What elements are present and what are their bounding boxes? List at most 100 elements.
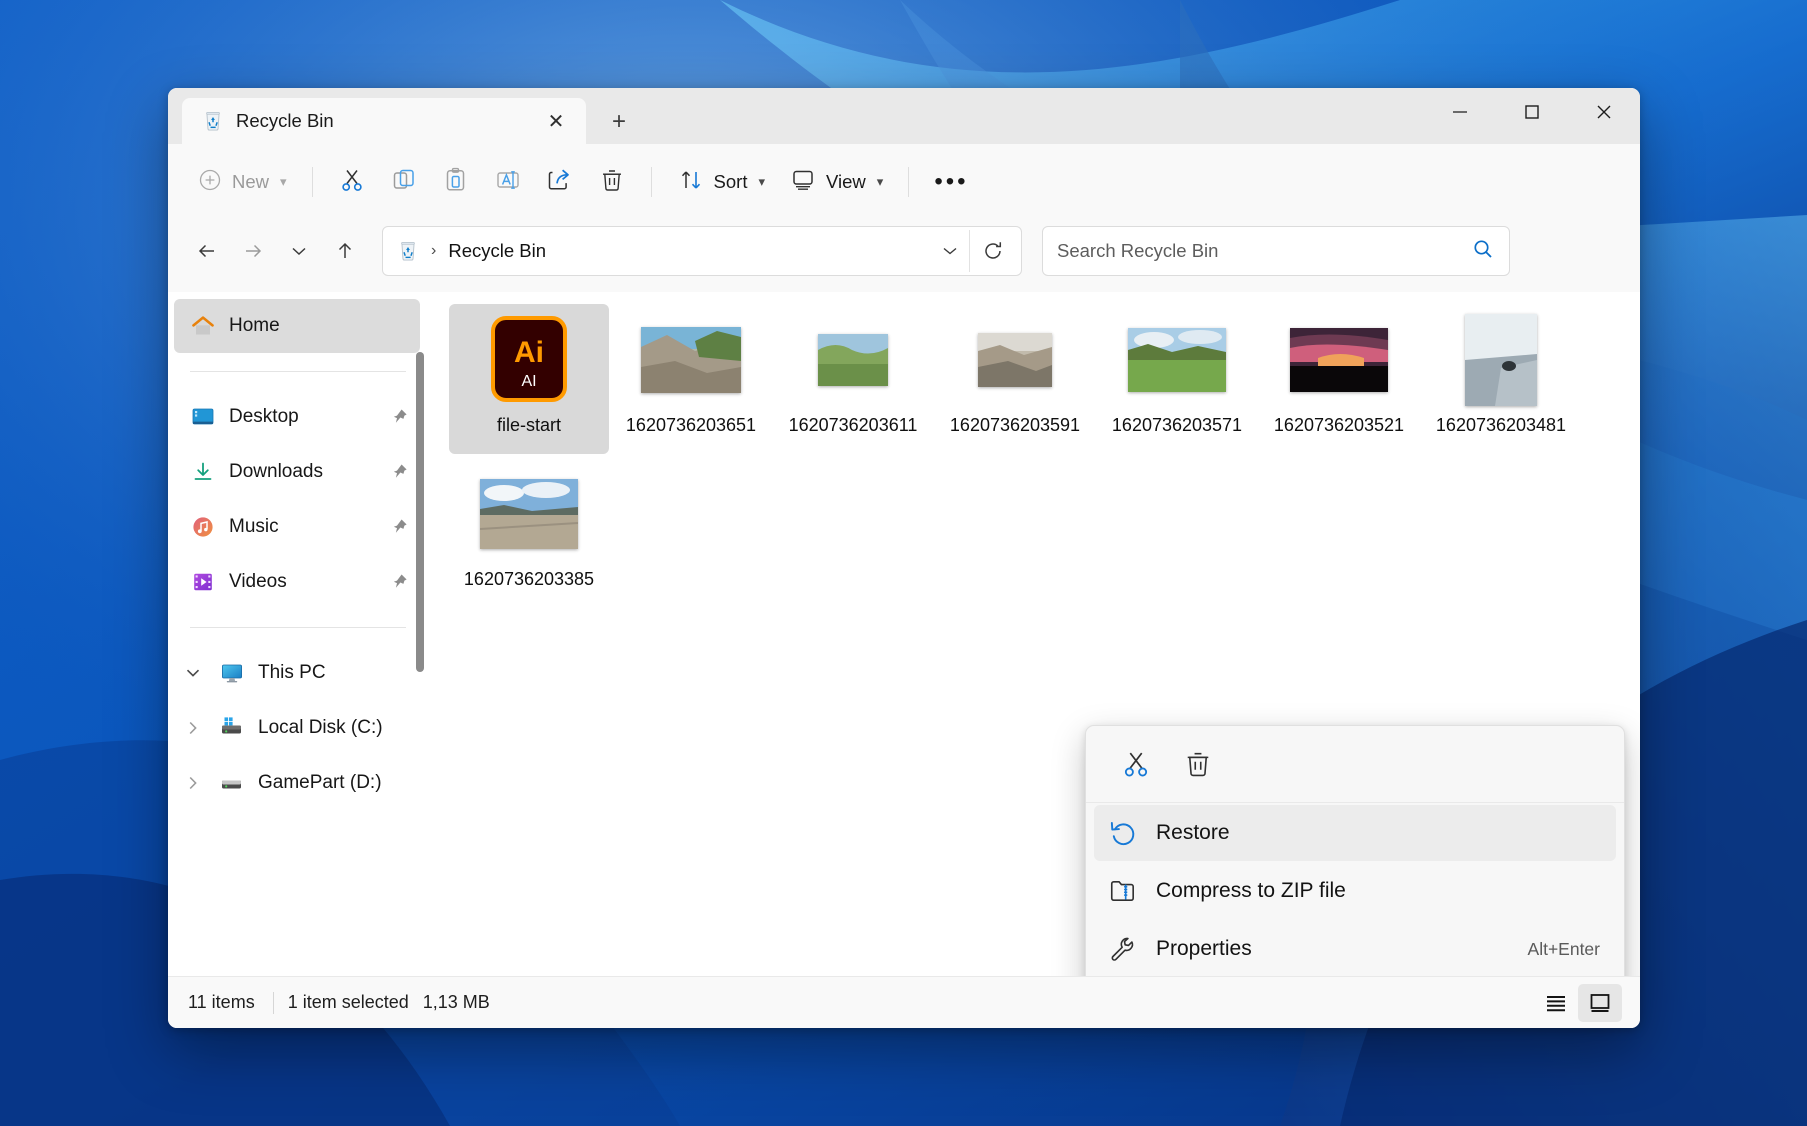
title-bar: Recycle Bin ✕ +	[168, 88, 1640, 144]
list-item[interactable]: 1620736203611	[773, 304, 933, 454]
delete-icon[interactable]	[1170, 740, 1226, 788]
search-icon[interactable]	[1471, 237, 1495, 266]
sidebar-item-local-disk-c[interactable]: Local Disk (C:)	[174, 701, 420, 755]
paste-icon	[442, 166, 470, 199]
sidebar-item-videos[interactable]: Videos	[174, 555, 420, 609]
properties-icon	[1108, 934, 1138, 964]
list-item[interactable]: 1620736203571	[1097, 304, 1257, 454]
delete-button[interactable]	[587, 158, 637, 206]
list-item[interactable]: 1620736203591	[935, 304, 1095, 454]
cut-icon[interactable]	[1108, 740, 1164, 788]
navigation-pane: Home Desktop	[168, 292, 430, 976]
item-thumbnail	[615, 312, 767, 408]
rename-button[interactable]	[483, 158, 533, 206]
item-label: 1620736203611	[789, 414, 918, 438]
tab-close-icon[interactable]: ✕	[540, 105, 572, 137]
context-menu-item-compress-to-zip[interactable]: Compress to ZIP file	[1094, 863, 1616, 919]
breadcrumb[interactable]: › Recycle Bin	[382, 226, 1022, 276]
copy-button[interactable]	[379, 158, 429, 206]
pin-icon[interactable]	[388, 462, 410, 482]
sort-button-label: Sort	[714, 171, 748, 193]
status-size: 1,13 MB	[423, 992, 504, 1013]
sidebar-scrollbar[interactable]	[415, 352, 425, 970]
sidebar-item-label: GamePart (D:)	[258, 772, 410, 794]
items-grid: Ai AI file-start	[448, 302, 1640, 610]
sidebar-item-label: This PC	[258, 662, 410, 684]
tab-recycle-bin[interactable]: Recycle Bin ✕	[182, 98, 586, 144]
view-button-label: View	[826, 171, 866, 193]
address-bar-row: › Recycle Bin	[168, 220, 1640, 292]
sidebar-item-gamepart-d[interactable]: GamePart (D:)	[174, 756, 420, 810]
sidebar-item-this-pc[interactable]: This PC	[174, 646, 420, 700]
chevron-down-icon: ▾	[877, 174, 884, 190]
search-input[interactable]	[1057, 240, 1471, 262]
sidebar-item-desktop[interactable]: Desktop	[174, 390, 420, 444]
maximize-button[interactable]	[1496, 88, 1568, 136]
item-thumbnail	[1425, 312, 1577, 408]
sidebar-item-label: Desktop	[229, 406, 375, 428]
sidebar-item-label: Videos	[229, 571, 375, 593]
command-bar: New ▾	[168, 144, 1640, 220]
status-divider	[273, 992, 274, 1014]
list-item[interactable]: 1620736203651	[611, 304, 771, 454]
item-label: 1620736203481	[1436, 414, 1566, 438]
status-selection: 1 item selected	[288, 992, 423, 1013]
sidebar-scrollbar-thumb[interactable]	[416, 352, 424, 672]
sort-button[interactable]: Sort ▾	[666, 158, 776, 206]
details-view-button[interactable]	[1534, 984, 1578, 1022]
list-item[interactable]: 1620736203385	[449, 458, 609, 608]
back-button[interactable]	[186, 230, 228, 272]
rename-icon	[494, 166, 522, 199]
sidebar-item-music[interactable]: Music	[174, 500, 420, 554]
share-button[interactable]	[535, 158, 585, 206]
refresh-button[interactable]	[969, 230, 1015, 272]
pin-icon[interactable]	[388, 572, 410, 592]
tab-strip: Recycle Bin ✕ +	[168, 88, 644, 144]
close-button[interactable]	[1568, 88, 1640, 136]
list-item[interactable]: 1620736203481	[1421, 304, 1581, 454]
chevron-down-icon: ▾	[758, 174, 765, 190]
windows-drive-icon	[219, 715, 245, 741]
new-button-label: New	[232, 171, 269, 193]
photo-thumbnail	[1465, 314, 1537, 406]
list-item[interactable]: Ai AI file-start	[449, 304, 609, 454]
item-thumbnail: Ai AI	[453, 312, 605, 408]
chevron-down-icon: ▾	[280, 174, 287, 190]
item-label: 1620736203385	[464, 568, 594, 592]
minimize-button[interactable]	[1424, 88, 1496, 136]
list-item[interactable]: 1620736203521	[1259, 304, 1419, 454]
sidebar-item-downloads[interactable]: Downloads	[174, 445, 420, 499]
tab-title: Recycle Bin	[236, 110, 528, 132]
svg-text:Ai: Ai	[514, 336, 544, 369]
pin-icon[interactable]	[388, 517, 410, 537]
search-box[interactable]	[1042, 226, 1510, 276]
sidebar-divider-1	[190, 371, 406, 372]
large-icons-view-button[interactable]	[1578, 984, 1622, 1022]
view-button[interactable]: View ▾	[778, 158, 894, 206]
item-label: 1620736203571	[1112, 414, 1242, 438]
chevron-right-icon[interactable]	[180, 719, 206, 737]
share-icon	[546, 166, 574, 199]
recent-locations-button[interactable]	[278, 230, 320, 272]
item-label: 1620736203521	[1274, 414, 1404, 438]
copy-icon	[390, 166, 418, 199]
context-menu-item-restore[interactable]: Restore	[1094, 805, 1616, 861]
cut-button[interactable]	[327, 158, 377, 206]
paste-button[interactable]	[431, 158, 481, 206]
chevron-down-icon[interactable]	[180, 664, 206, 682]
toolbar-divider-2	[651, 167, 652, 197]
chevron-down-icon[interactable]	[931, 230, 969, 272]
items-view[interactable]: Ai AI file-start	[430, 292, 1640, 976]
sidebar-divider-2	[190, 627, 406, 628]
context-menu-item-accel: Alt+Enter	[1528, 939, 1600, 960]
pin-icon[interactable]	[388, 407, 410, 427]
new-tab-button[interactable]: +	[594, 100, 644, 144]
toolbar-divider-3	[908, 167, 909, 197]
forward-button[interactable]	[232, 230, 274, 272]
context-menu-item-properties[interactable]: Properties Alt+Enter	[1094, 921, 1616, 976]
chevron-right-icon[interactable]	[180, 774, 206, 792]
sidebar-item-home[interactable]: Home	[174, 299, 420, 353]
up-button[interactable]	[324, 230, 366, 272]
new-button[interactable]: New ▾	[186, 158, 298, 206]
see-more-button[interactable]: •••	[923, 158, 979, 206]
